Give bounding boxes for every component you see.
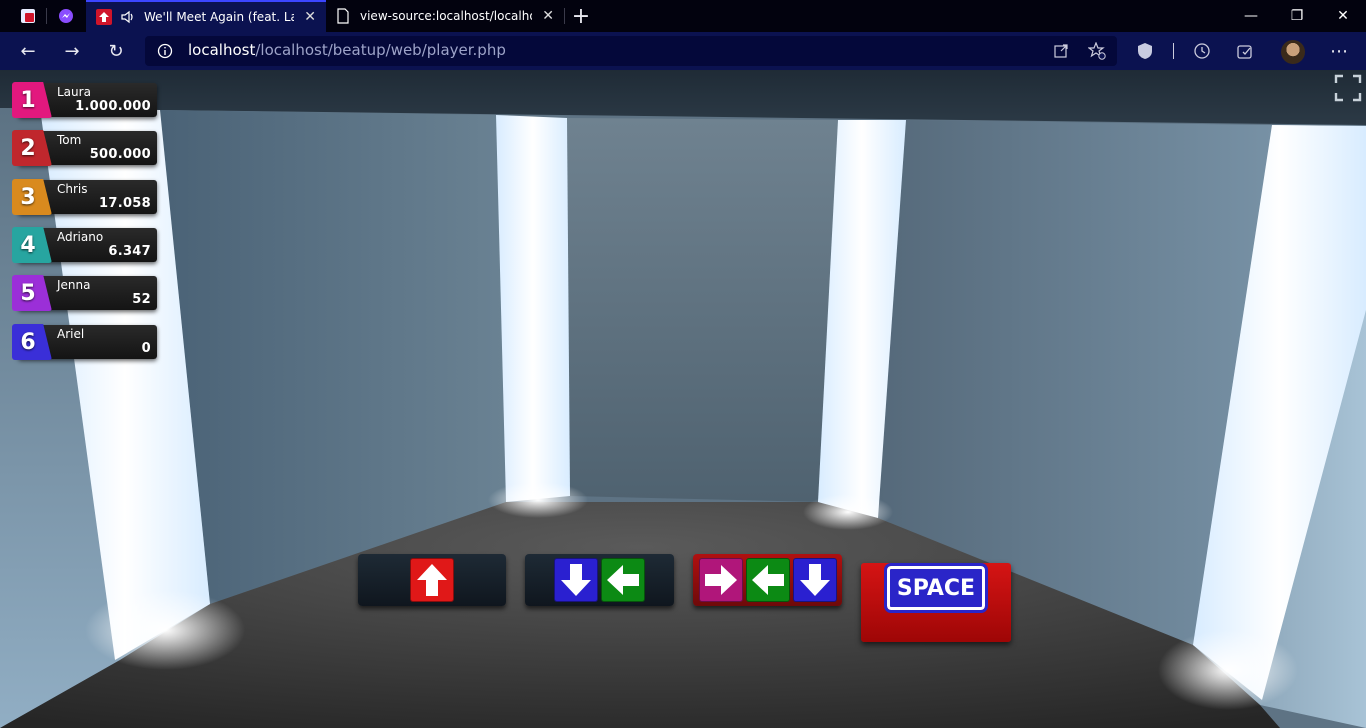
back-icon[interactable]: ←	[13, 36, 43, 66]
leaderboard-entry: 4 Adriano 6.347	[12, 227, 157, 263]
leaderboard-entry: 6 Ariel 0	[12, 324, 157, 360]
player-name: Laura	[57, 85, 91, 99]
down-arrow-icon	[561, 564, 591, 596]
left-arrow-key	[601, 558, 645, 602]
key-sequence-1	[358, 554, 506, 606]
stage-background	[0, 70, 1366, 728]
close-window-icon[interactable]: ✕	[1320, 0, 1366, 32]
info-icon[interactable]	[157, 43, 173, 59]
minimize-icon[interactable]: —	[1228, 0, 1274, 32]
app-icon[interactable]	[20, 8, 36, 24]
left-arrow-key	[745, 558, 790, 602]
leaderboard-entry: 3 Chris 17.058	[12, 179, 157, 215]
player-name: Jenna	[57, 278, 91, 292]
tab-title: view-source:localhost/localhost/b	[360, 9, 532, 23]
down-arrow-icon	[799, 564, 830, 596]
history-icon[interactable]	[1193, 42, 1211, 60]
leaderboard-entry: 5 Jenna 52	[12, 275, 157, 311]
player-score: 500.000	[89, 147, 151, 162]
down-arrow-key	[554, 558, 598, 602]
restore-icon[interactable]: ❐	[1274, 0, 1320, 32]
right-arrow-icon	[704, 565, 737, 595]
right-arrow-key	[698, 558, 743, 602]
player-name: Adriano	[57, 230, 104, 244]
fullscreen-icon[interactable]	[1334, 74, 1362, 102]
key-sequence-3	[693, 554, 842, 606]
left-arrow-icon	[607, 565, 639, 595]
toolbar-divider	[1173, 43, 1174, 59]
player-score: 0	[141, 341, 151, 356]
player-score: 52	[132, 292, 151, 307]
close-tab-icon[interactable]: ✕	[542, 8, 554, 24]
game-favicon-icon	[96, 9, 112, 25]
tab-strip: We'll Meet Again (feat. Laura ✕ view-sou…	[0, 0, 1366, 32]
up-arrow-key	[410, 558, 454, 602]
player-score: 6.347	[108, 244, 151, 259]
player-score: 17.058	[99, 196, 151, 211]
player-name: Tom	[57, 133, 82, 147]
player-score: 1.000.000	[75, 99, 151, 114]
down-arrow-key	[792, 558, 837, 602]
refresh-icon[interactable]: ↻	[101, 36, 131, 66]
speaker-icon[interactable]	[120, 9, 136, 25]
tab-title: We'll Meet Again (feat. Laura	[144, 10, 294, 24]
key-sequence-2	[525, 554, 674, 606]
url-text: localhost/localhost/beatup/web/player.ph…	[188, 41, 506, 59]
favorite-icon[interactable]	[1088, 42, 1106, 60]
player-name: Chris	[57, 182, 88, 196]
tab-player[interactable]: We'll Meet Again (feat. Laura ✕	[86, 0, 326, 32]
player-name: Ariel	[57, 327, 85, 341]
up-arrow-icon	[417, 564, 447, 596]
shield-icon[interactable]	[1137, 42, 1153, 60]
tab-view-source[interactable]: view-source:localhost/localhost/b ✕	[326, 0, 564, 32]
space-key-box: SPACE	[861, 563, 1011, 642]
collections-icon[interactable]	[1236, 42, 1254, 60]
left-arrow-icon	[751, 565, 784, 595]
close-tab-icon[interactable]: ✕	[304, 9, 316, 25]
game-stage[interactable]: 1 Laura 1.000.000 2 Tom 500.000 3 Chris …	[0, 70, 1366, 728]
more-options-icon[interactable]: ⋯	[1324, 36, 1354, 66]
open-in-app-icon[interactable]	[1053, 43, 1069, 59]
messenger-icon[interactable]	[58, 8, 74, 24]
leaderboard-entry: 2 Tom 500.000	[12, 130, 157, 166]
space-key: SPACE	[884, 563, 988, 613]
profile-avatar[interactable]	[1281, 40, 1305, 64]
page-icon	[337, 8, 349, 24]
new-tab-icon[interactable]: +	[566, 1, 596, 31]
forward-icon[interactable]: →	[57, 36, 87, 66]
leaderboard-entry: 1 Laura 1.000.000	[12, 82, 157, 118]
